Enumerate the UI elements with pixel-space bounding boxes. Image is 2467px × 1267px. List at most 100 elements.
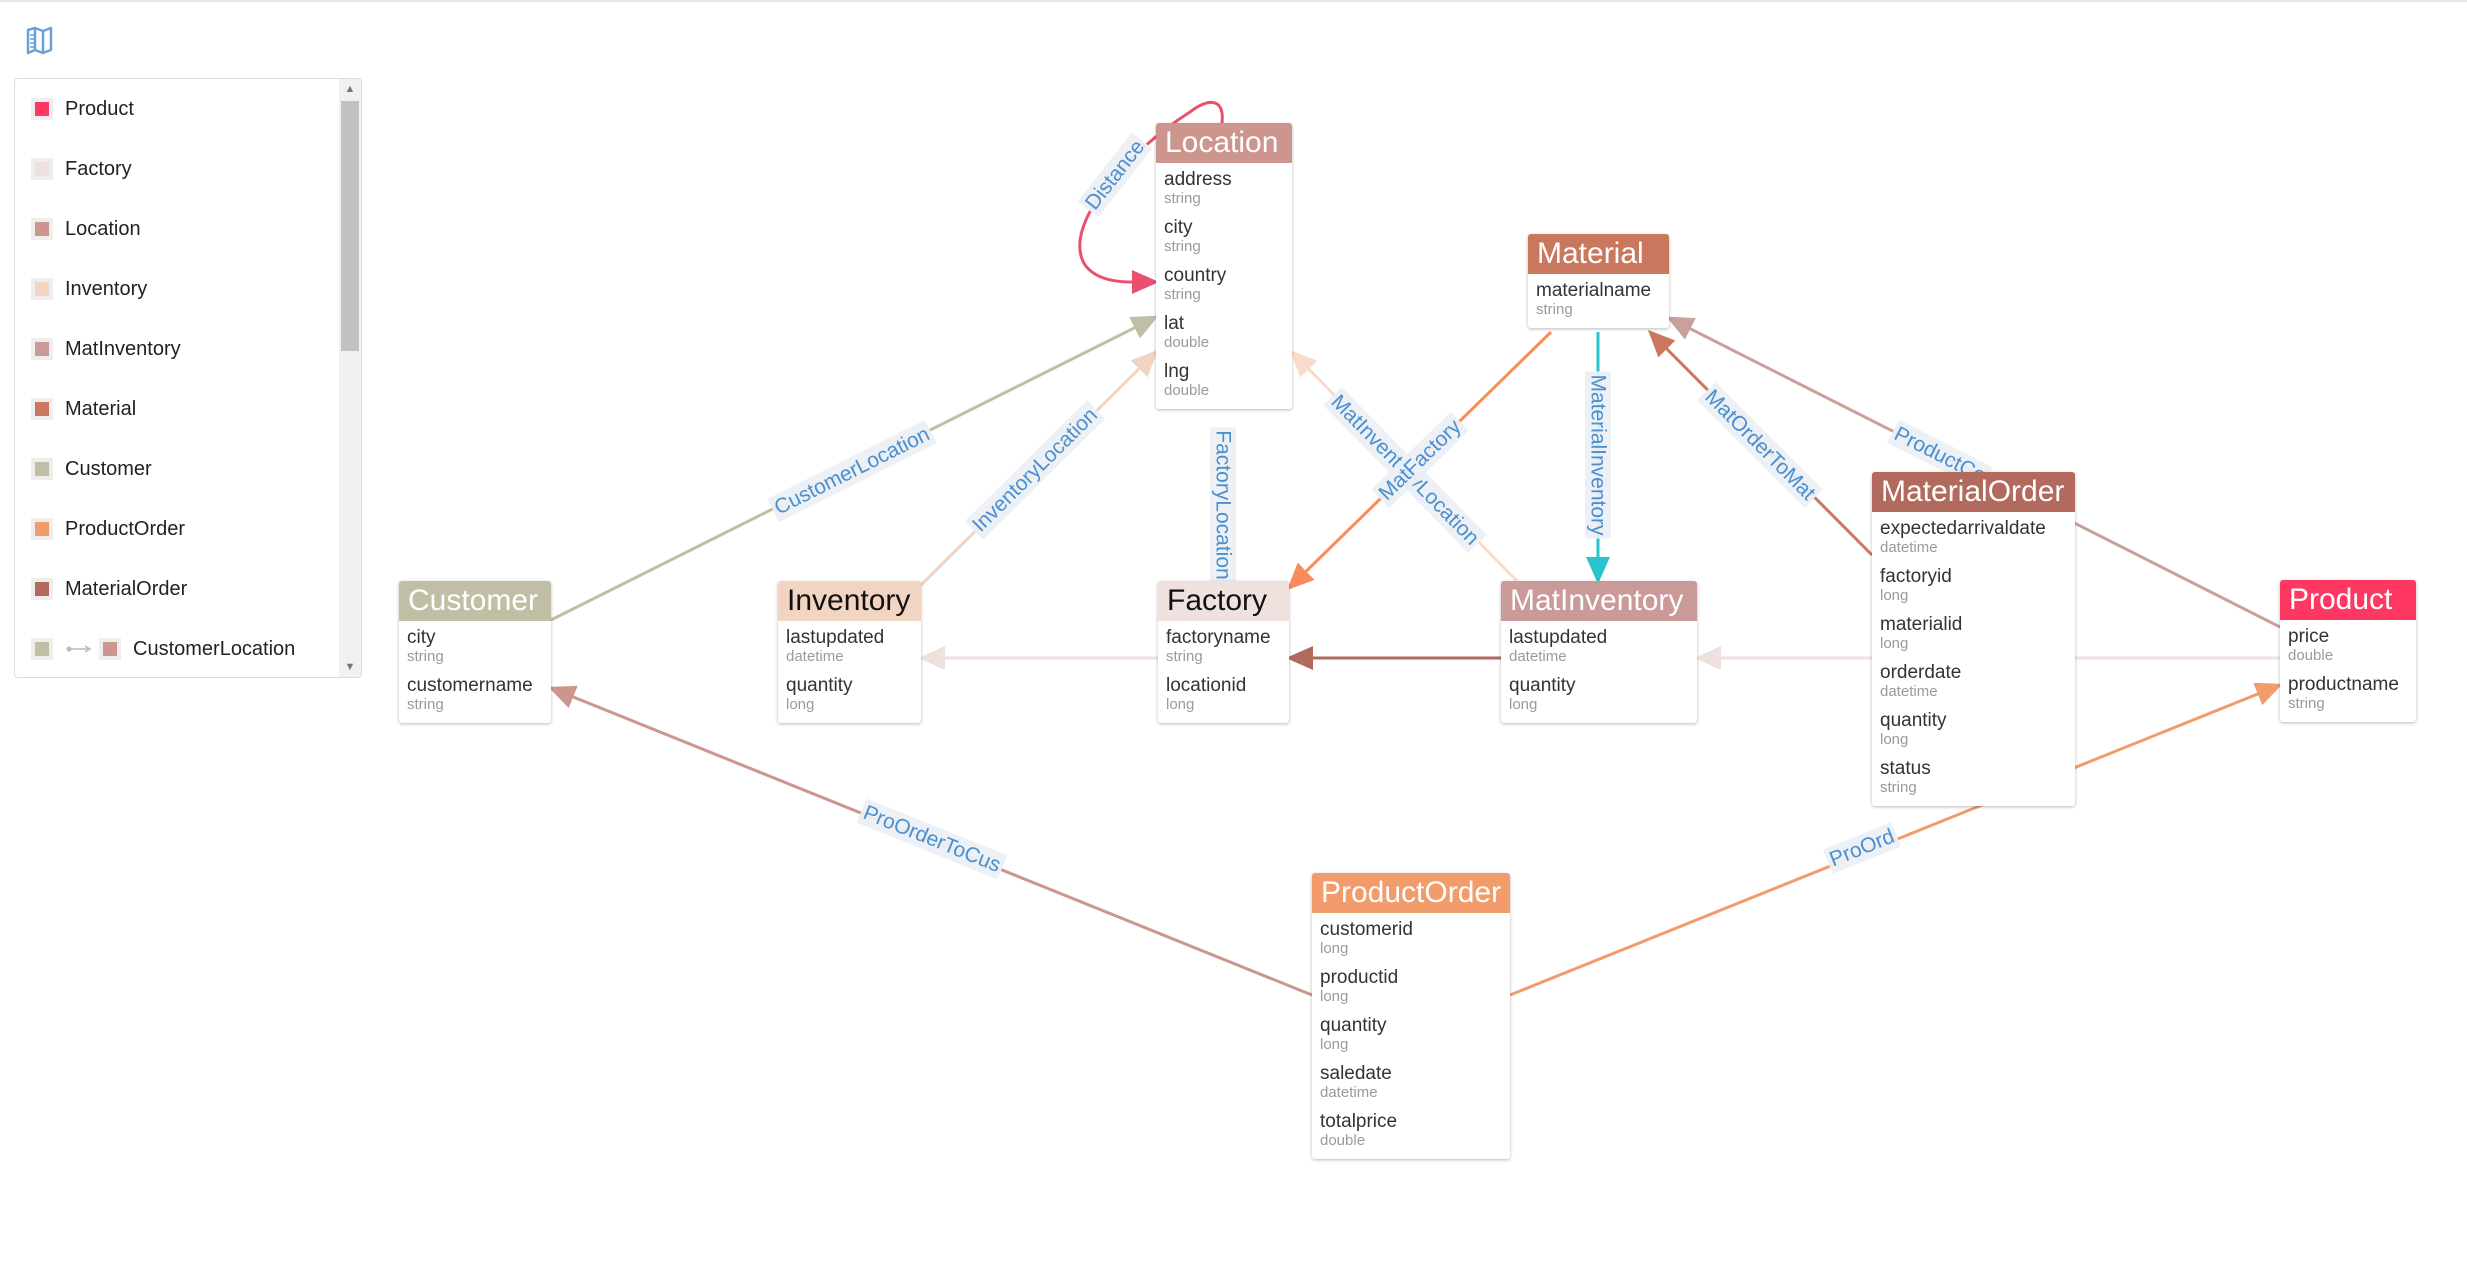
property-type: datetime (1509, 648, 1567, 665)
node-title[interactable]: Location (1156, 123, 1292, 163)
node-customer[interactable]: Customer city string customername string (399, 581, 551, 723)
property-name: customerid (1320, 919, 1413, 940)
property-row[interactable]: customername string (399, 669, 551, 717)
property-row[interactable]: expectedarrivaldate datetime (1872, 512, 2075, 560)
property-row[interactable]: saledate datetime (1312, 1057, 1510, 1105)
edge-label[interactable]: Distance (1077, 132, 1153, 218)
property-row[interactable]: lastupdated datetime (1501, 621, 1697, 669)
property-name: factoryid (1880, 566, 1952, 587)
property-type: double (1164, 382, 1210, 399)
property-name: quantity (1320, 1015, 1387, 1036)
node-matinventory[interactable]: MatInventory lastupdated datetime quantity l… (1501, 581, 1697, 723)
property-name: expectedarrivaldate (1880, 518, 2046, 539)
edge-label[interactable]: FactoryLocation (1210, 427, 1236, 583)
property-row[interactable]: city string (399, 621, 551, 669)
node-title[interactable]: ProductOrder (1312, 873, 1510, 913)
property-name: address (1164, 169, 1232, 190)
property-row[interactable]: city string (1156, 211, 1292, 259)
property-row[interactable]: address string (1156, 163, 1292, 211)
node-title[interactable]: Material (1528, 234, 1669, 274)
edge-label[interactable]: ProOrderToCus (856, 798, 1008, 880)
node-title[interactable]: MatInventory (1501, 581, 1697, 621)
edge-label[interactable]: InventoryLocation (964, 400, 1106, 540)
property-row[interactable]: materialid long (1872, 608, 2075, 656)
property-type: double (1320, 1132, 1366, 1149)
property-type: string (407, 696, 444, 713)
property-type: string (2288, 695, 2325, 712)
node-productorder[interactable]: ProductOrder customerid long productid long q… (1312, 873, 1510, 1159)
property-type: long (1320, 1036, 1349, 1053)
property-type: long (1166, 696, 1195, 713)
node-title[interactable]: Customer (399, 581, 551, 621)
property-row[interactable]: status string (1872, 752, 2075, 800)
edge-label-text: MatOrderToMat (1700, 385, 1820, 505)
property-row[interactable]: productid long (1312, 961, 1510, 1009)
property-type: long (1509, 696, 1538, 713)
edge-label-text: FactoryLocation (1212, 430, 1235, 579)
property-type: double (2288, 647, 2334, 664)
property-row[interactable]: customerid long (1312, 913, 1510, 961)
property-type: long (1880, 587, 1909, 604)
edge-label[interactable]: MaterialInventory (1585, 371, 1611, 539)
node-location[interactable]: Location address string city string country st… (1156, 123, 1292, 409)
node-title[interactable]: Product (2280, 580, 2416, 620)
property-name: lng (1164, 361, 1190, 382)
edge-label[interactable]: CustomerLocation (767, 419, 937, 523)
property-name: quantity (1509, 675, 1576, 696)
property-row[interactable]: quantity long (1501, 669, 1697, 717)
property-type: long (1880, 731, 1909, 748)
edge-label[interactable]: ProOrd (1822, 822, 1902, 874)
property-row[interactable]: lastupdated datetime (778, 621, 921, 669)
property-name: quantity (1880, 710, 1947, 731)
node-material[interactable]: Material materialname string (1528, 234, 1669, 328)
property-name: productid (1320, 967, 1399, 988)
node-inventory[interactable]: Inventory lastupdated datetime quantity long (778, 581, 921, 723)
property-name: customername (407, 675, 533, 696)
property-type: long (1880, 635, 1909, 652)
property-row[interactable]: orderdate datetime (1872, 656, 2075, 704)
property-row[interactable]: price double (2280, 620, 2416, 668)
property-row[interactable]: quantity long (1312, 1009, 1510, 1057)
property-row[interactable]: quantity long (778, 669, 921, 717)
property-name: country (1164, 265, 1227, 286)
property-type: long (1320, 988, 1349, 1005)
edge-label-text: MaterialInventory (1587, 374, 1610, 536)
property-type: string (1880, 779, 1917, 796)
property-row[interactable]: lng double (1156, 355, 1292, 403)
property-type: string (1166, 648, 1203, 665)
property-name: city (1164, 217, 1193, 238)
edge-label-text: ProOrd (1826, 825, 1897, 872)
node-title[interactable]: Factory (1158, 581, 1289, 621)
property-row[interactable]: materialname string (1528, 274, 1669, 322)
property-name: factoryname (1166, 627, 1271, 648)
property-name: city (407, 627, 436, 648)
node-materialorder[interactable]: MaterialOrder expectedarrivaldate datetime… (1872, 472, 2075, 806)
property-row[interactable]: productname string (2280, 668, 2416, 716)
property-name: price (2288, 626, 2330, 647)
edge-label-text: InventoryLocation (968, 404, 1102, 537)
node-title[interactable]: MaterialOrder (1872, 472, 2075, 512)
property-name: materialid (1880, 614, 1963, 635)
edge-label[interactable]: MatOrderToMat (1697, 382, 1823, 508)
property-row[interactable]: totalprice double (1312, 1105, 1510, 1153)
node-product[interactable]: Product price double productname string (2280, 580, 2416, 722)
node-factory[interactable]: Factory factoryname string locationid long (1158, 581, 1289, 723)
node-title[interactable]: Inventory (778, 581, 921, 621)
edge-label-text: ProOrderToCus (860, 801, 1004, 877)
property-row[interactable]: country string (1156, 259, 1292, 307)
property-name: lat (1164, 313, 1185, 334)
property-type: string (1536, 301, 1573, 318)
property-row[interactable]: lat double (1156, 307, 1292, 355)
property-row[interactable]: locationid long (1158, 669, 1289, 717)
property-type: double (1164, 334, 1210, 351)
property-row[interactable]: quantity long (1872, 704, 2075, 752)
property-type: string (407, 648, 444, 665)
property-type: long (1320, 940, 1349, 957)
property-row[interactable]: factoryname string (1158, 621, 1289, 669)
property-name: materialname (1536, 280, 1652, 301)
property-name: locationid (1166, 675, 1247, 696)
property-type: long (786, 696, 815, 713)
property-type: string (1164, 190, 1201, 207)
property-row[interactable]: factoryid long (1872, 560, 2075, 608)
property-type: datetime (1320, 1084, 1378, 1101)
